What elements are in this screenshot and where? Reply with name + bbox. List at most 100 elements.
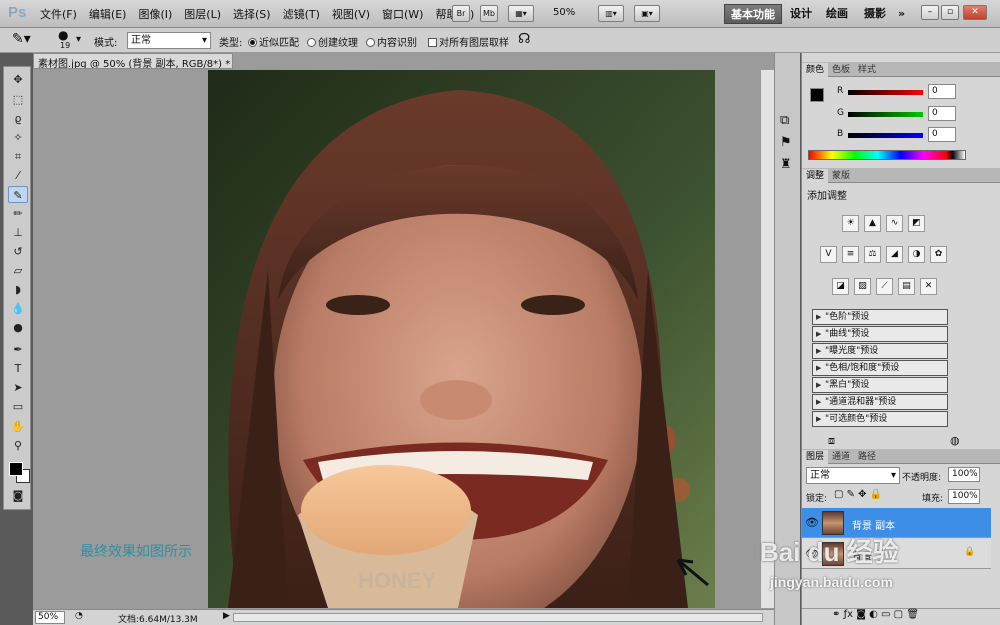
healing-brush-preset-icon[interactable]: ✎▾ [12, 31, 31, 47]
mask-icon[interactable]: ⧈ [828, 434, 835, 448]
clone-source-panel-icon[interactable]: ♜ [780, 157, 792, 172]
maximize-button[interactable]: ▫ [941, 5, 959, 20]
mode-select[interactable]: 正常 ▾ [127, 32, 211, 49]
invert-icon[interactable]: ◪ [832, 278, 849, 295]
blue-value[interactable]: 0 [928, 127, 956, 142]
quick-select-tool-icon[interactable]: ✧ [8, 129, 28, 146]
healing-brush-tool-icon[interactable]: ✎ [8, 186, 28, 203]
move-tool-icon[interactable]: ✥ [8, 71, 28, 88]
type-content-aware[interactable]: 内容识别 [366, 34, 417, 49]
opacity-value[interactable]: 100% [948, 467, 980, 482]
quick-mask-icon[interactable]: ◙ [8, 487, 28, 504]
arrange-documents-button[interactable]: ▥▾ [598, 5, 624, 22]
gradient-map-icon[interactable]: ▤ [898, 278, 915, 295]
preset-hue-saturation[interactable]: "色相/饱和度"预设 [812, 360, 948, 376]
posterize-icon[interactable]: ▨ [854, 278, 871, 295]
clip-icon[interactable]: ◍ [950, 434, 960, 447]
image-canvas[interactable]: HONEY [208, 70, 715, 608]
sample-all-layers-checkbox[interactable]: 对所有图层取样 [428, 34, 509, 49]
red-value[interactable]: 0 [928, 84, 956, 99]
clone-stamp-tool-icon[interactable]: ⊥ [8, 224, 28, 241]
foreground-color-swatch[interactable] [9, 462, 23, 476]
vibrance-icon[interactable]: V [820, 246, 837, 263]
fill-value[interactable]: 100% [948, 489, 980, 504]
path-select-tool-icon[interactable]: ➤ [8, 379, 28, 396]
tab-swatches[interactable]: 色板 [828, 63, 854, 77]
tab-paths[interactable]: 路径 [854, 450, 880, 464]
pressure-size-icon[interactable]: ☊ [518, 31, 530, 47]
tab-color[interactable]: 颜色 [802, 63, 829, 77]
status-zoom[interactable]: 50% [35, 611, 65, 624]
levels-icon[interactable]: ▲ [864, 215, 881, 232]
tab-masks[interactable]: 蒙版 [828, 169, 854, 183]
workspace-painting[interactable]: 绘画 [820, 4, 854, 24]
preset-selective-color[interactable]: "可选颜色"预设 [812, 411, 948, 427]
preset-exposure[interactable]: "曝光度"预设 [812, 343, 948, 359]
screen-mode-button[interactable]: ▣▾ [634, 5, 660, 22]
menu-view[interactable]: 视图(V) [332, 6, 370, 22]
adjustment-layer-icon[interactable]: ◐ [869, 609, 878, 620]
color-spectrum[interactable] [808, 150, 966, 160]
pen-tool-icon[interactable]: ✒ [8, 341, 28, 358]
menu-file[interactable]: 文件(F) [40, 6, 77, 22]
layer-mask-icon[interactable]: ◙ [856, 609, 866, 620]
brush-dot-icon[interactable]: ● [58, 28, 68, 42]
trash-icon[interactable]: 🗑 [906, 609, 919, 620]
brush-tool-icon[interactable]: ✏ [8, 205, 28, 222]
menu-edit[interactable]: 编辑(E) [89, 6, 127, 22]
horizontal-scrollbar[interactable] [233, 613, 763, 622]
eraser-tool-icon[interactable]: ▱ [8, 262, 28, 279]
shape-tool-icon[interactable]: ▭ [8, 398, 28, 415]
preset-channel-mixer[interactable]: "通道混和器"预设 [812, 394, 948, 410]
hue-saturation-icon[interactable]: ≡ [842, 246, 859, 263]
blue-slider[interactable] [848, 133, 923, 138]
zoom-tool-icon[interactable]: ⚲ [8, 437, 28, 454]
color-fg-swatch[interactable] [810, 88, 824, 102]
threshold-icon[interactable]: ⟋ [876, 278, 893, 295]
blend-mode-select[interactable]: 正常 ▾ [806, 467, 900, 484]
history-panel-icon[interactable]: ⧉ [780, 113, 789, 128]
layer-name[interactable]: 背景 副本 [852, 517, 895, 532]
channel-mixer-icon[interactable]: ✿ [930, 246, 947, 263]
status-info-icon[interactable]: ◔ [75, 611, 83, 621]
bridge-button[interactable]: Br [452, 5, 470, 22]
document-tab[interactable]: 素材图.jpg @ 50% (背景 副本, RGB/8*) * ⊠ [33, 53, 233, 69]
crop-tool-icon[interactable]: ⌗ [8, 148, 28, 165]
preset-levels[interactable]: "色阶"预设 [812, 309, 948, 325]
green-value[interactable]: 0 [928, 106, 956, 121]
minimize-button[interactable]: – [921, 5, 939, 20]
brush-picker-arrow-icon[interactable]: ▾ [76, 34, 81, 45]
menu-window[interactable]: 窗口(W) [382, 6, 423, 22]
lasso-tool-icon[interactable]: ϱ [8, 110, 28, 127]
fx-icon[interactable]: ƒx [844, 609, 853, 620]
workspace-essentials[interactable]: 基本功能 [724, 4, 782, 24]
link-layers-icon[interactable]: ⚭ [832, 609, 840, 620]
dodge-tool-icon[interactable]: ● [8, 319, 28, 336]
paint-bucket-tool-icon[interactable]: ◗ [8, 281, 28, 298]
photo-filter-icon[interactable]: ◑ [908, 246, 925, 263]
tab-styles[interactable]: 样式 [854, 63, 880, 77]
type-proximity-match[interactable]: 近似匹配 [248, 34, 299, 49]
preset-curves[interactable]: "曲线"预设 [812, 326, 948, 342]
type-tool-icon[interactable]: T [8, 360, 28, 377]
lock-icons[interactable]: ▢ ✎ ✥ 🔒 [834, 489, 882, 500]
green-slider[interactable] [848, 112, 923, 117]
new-layer-icon[interactable]: ▢ [894, 609, 903, 620]
red-slider[interactable] [848, 90, 923, 95]
mini-bridge-button[interactable]: Mb [480, 5, 498, 22]
selective-color-icon[interactable]: ✕ [920, 278, 937, 295]
tab-adjustments[interactable]: 调整 [802, 169, 829, 183]
brightness-icon[interactable]: ☀ [842, 215, 859, 232]
workspace-design[interactable]: 设计 [784, 4, 818, 24]
workspace-more[interactable]: » [892, 4, 911, 24]
eye-icon[interactable]: 👁 [805, 516, 819, 529]
status-menu-arrow-icon[interactable]: ▶ [223, 611, 230, 621]
actions-panel-icon[interactable]: ⚑ [780, 135, 792, 150]
marquee-tool-icon[interactable]: ⬚ [8, 91, 28, 108]
eyedropper-tool-icon[interactable]: ⁄ [8, 167, 28, 184]
tab-layers[interactable]: 图层 [802, 450, 829, 464]
black-white-icon[interactable]: ◢ [886, 246, 903, 263]
workspace-photography[interactable]: 摄影 [858, 4, 892, 24]
vertical-scrollbar[interactable] [760, 70, 774, 608]
preset-black-white[interactable]: "黑白"预设 [812, 377, 948, 393]
